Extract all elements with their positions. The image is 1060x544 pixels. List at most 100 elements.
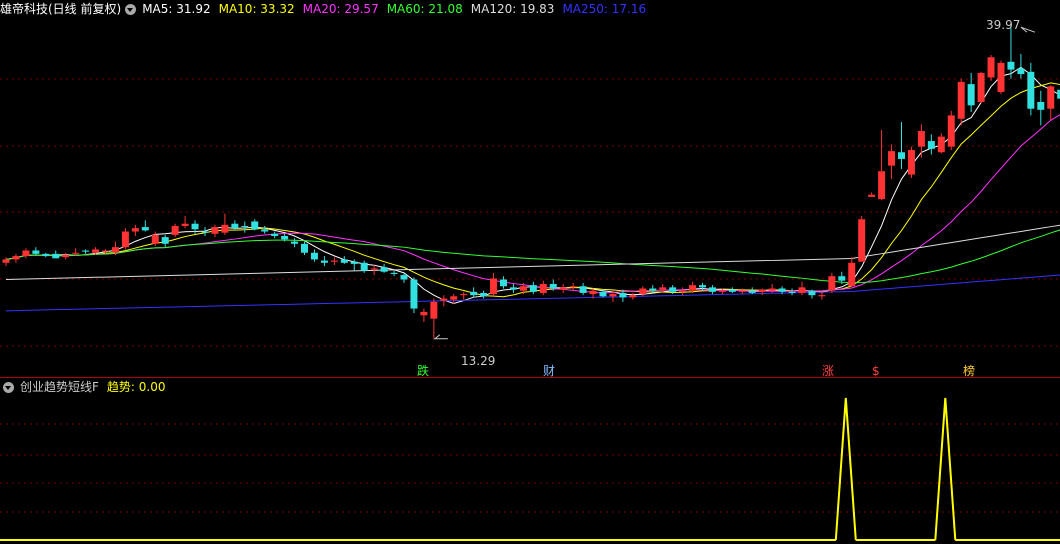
candle-body <box>72 252 80 254</box>
candle-body <box>1027 71 1035 109</box>
candle-body <box>917 131 925 147</box>
ma250-label: MA250: 17.16 <box>562 2 647 16</box>
candle-body <box>12 256 20 260</box>
candle-body <box>519 286 527 291</box>
candle-body <box>1017 68 1025 75</box>
marker-finance: 财 <box>543 364 556 378</box>
candle-body <box>708 287 716 292</box>
candle-body <box>649 288 657 291</box>
candle-body <box>699 285 706 288</box>
candle-body <box>121 231 129 248</box>
candle-body <box>679 290 687 292</box>
candle-body <box>609 294 617 297</box>
candle-body <box>539 284 547 293</box>
candle-body <box>32 250 40 254</box>
ma60-line <box>5 229 1060 284</box>
candle-body <box>480 292 488 297</box>
candle-body <box>987 57 995 78</box>
candle-body <box>420 311 428 316</box>
candle-body <box>271 233 279 236</box>
ma120-label: MA120: 19.83 <box>470 2 555 16</box>
candle-body <box>301 243 308 253</box>
candle-body <box>788 291 796 293</box>
candle-body <box>798 287 806 293</box>
candle-body <box>977 72 985 102</box>
candle-body <box>42 253 50 257</box>
ma5-line <box>5 66 1060 304</box>
candle-body <box>161 237 169 244</box>
candle-body <box>340 259 348 263</box>
candle-body <box>529 285 537 292</box>
candle-body <box>350 261 358 264</box>
candle-body <box>102 250 109 252</box>
candle-body <box>380 267 388 272</box>
candle-body <box>440 298 448 301</box>
indicator-panel <box>0 397 1060 541</box>
candle-body <box>808 290 816 296</box>
candle-body <box>848 262 856 287</box>
chevron-down-icon[interactable] <box>125 3 137 15</box>
candle-body <box>828 276 836 291</box>
candle-body <box>490 278 498 295</box>
candle-body <box>410 279 418 309</box>
candle-body <box>967 84 975 106</box>
candle-body <box>291 241 299 244</box>
candle-body <box>201 231 209 233</box>
candle-body <box>231 223 239 229</box>
candle-body <box>470 291 478 296</box>
candle-body <box>2 259 10 263</box>
candle-body <box>221 224 229 233</box>
candle-body <box>251 221 259 230</box>
candle-body <box>400 275 408 280</box>
candle-body <box>728 289 736 292</box>
indicator-header: 创业趋势短线F 趋势: 0.00 <box>0 378 173 396</box>
candle-body <box>878 171 886 200</box>
candle-body <box>320 260 328 263</box>
candle-body <box>390 272 398 274</box>
ma20-label: MA20: 29.57 <box>302 2 379 16</box>
marker-rise: 涨 <box>822 364 835 378</box>
candle-body <box>141 227 149 231</box>
candle-body <box>450 296 458 300</box>
candle-body <box>738 290 746 292</box>
candle-body <box>281 235 289 240</box>
candle-body <box>898 152 905 159</box>
candle-body <box>927 141 935 149</box>
candle-body <box>599 291 607 297</box>
candle-body <box>241 225 249 228</box>
candle-body <box>748 290 756 293</box>
candle-body <box>171 225 179 235</box>
candle-body <box>579 286 587 293</box>
candle-body <box>629 295 637 298</box>
ma10-line <box>5 82 1060 298</box>
candle-body <box>997 62 1005 92</box>
candle-body <box>639 288 647 295</box>
high-price-label: 39.97 <box>986 18 1021 32</box>
marker-fall: 跌 <box>417 364 430 378</box>
candle-body <box>858 219 866 262</box>
candle-body <box>718 290 726 292</box>
moving-average-lines <box>5 66 1060 312</box>
candle-body <box>500 279 507 287</box>
candle-body <box>430 301 438 319</box>
candle-body <box>261 229 269 232</box>
ma10-label: MA10: 33.32 <box>218 2 295 16</box>
candle-body <box>619 292 627 298</box>
main-header: 雄帝科技(日线 前复权) MA5: 31.92 MA10: 33.32 MA20… <box>0 0 654 18</box>
candle-body <box>549 284 557 289</box>
stock-chart[interactable] <box>0 0 1060 544</box>
candle-body <box>659 287 667 290</box>
candle-body <box>111 247 119 253</box>
trend-signal-line <box>0 397 1060 541</box>
candle-body <box>22 250 30 257</box>
candle-body <box>211 227 219 234</box>
chevron-down-icon[interactable] <box>3 381 14 393</box>
candle-body <box>947 115 955 147</box>
indicator-name: 创业趋势短线F <box>20 380 99 394</box>
marker-list: 榜 <box>963 364 976 378</box>
candle-body <box>82 250 90 252</box>
candle-body <box>191 223 199 230</box>
candle-body <box>888 151 896 166</box>
candle-body <box>62 254 70 258</box>
candle-body <box>818 295 826 297</box>
